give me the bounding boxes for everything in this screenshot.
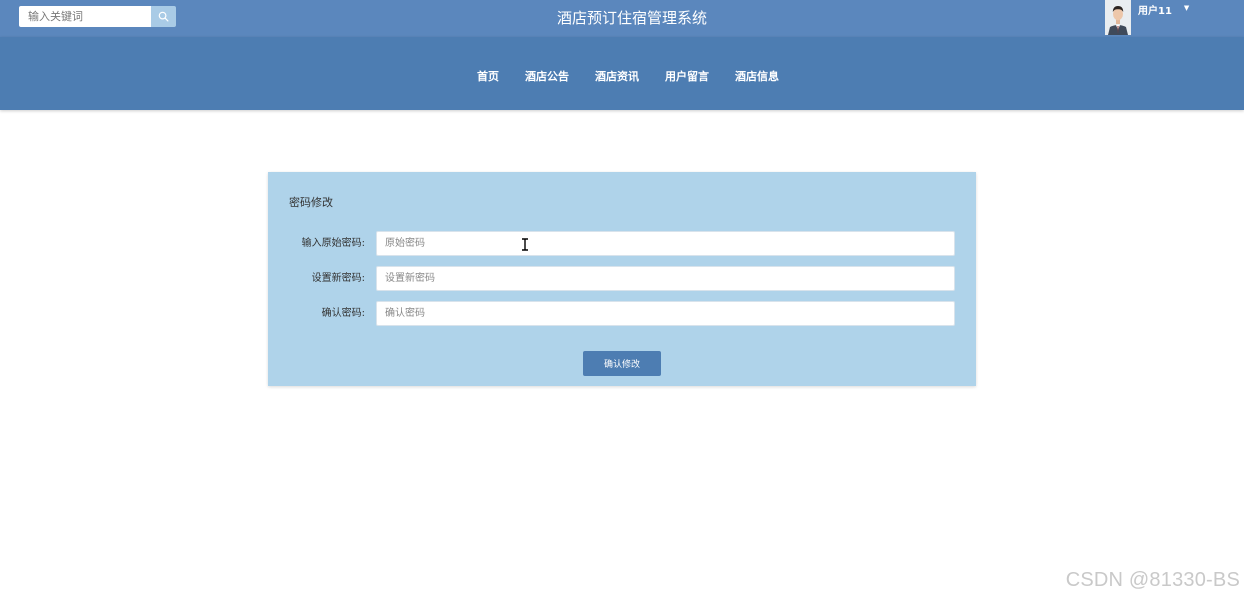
confirm-password-label: 确认密码: [321,308,365,319]
nav-item-hotel-info[interactable]: 酒店信息 [735,68,779,84]
site-title: 酒店预订住宿管理系统 [556,9,707,27]
panel-title: 密码修改 [289,196,333,209]
old-password-input[interactable] [376,231,955,256]
nav-item-announcements[interactable]: 酒店公告 [525,68,569,84]
top-bar: 酒店预订住宿管理系统 用户11 ▼ [0,0,1244,37]
confirm-change-button[interactable]: 确认修改 [583,351,661,376]
watermark: CSDN @81330-BS [1065,569,1240,591]
password-change-panel: 密码修改 输入原始密码: 设置新密码: 确认密码: 确认修改 [268,172,976,386]
form-row-new-password: 设置新密码: [268,266,976,291]
user-name[interactable]: 用户11 [1138,2,1172,17]
nav-list: 首页 酒店公告 酒店资讯 用户留言 酒店信息 [0,68,1244,84]
nav-item-messages[interactable]: 用户留言 [665,68,709,84]
form-row-old-password: 输入原始密码: [268,231,976,256]
nav-item-home[interactable]: 首页 [477,68,499,84]
main-nav: 首页 酒店公告 酒店资讯 用户留言 酒店信息 [0,37,1244,110]
user-menu[interactable]: 用户11 ▼ [1105,0,1189,36]
old-password-label: 输入原始密码: [301,238,365,249]
caret-down-icon[interactable]: ▼ [1184,4,1189,12]
new-password-label: 设置新密码: [311,273,365,284]
confirm-password-input[interactable] [376,301,955,326]
form-row-confirm-password: 确认密码: [268,301,976,326]
nav-item-news[interactable]: 酒店资讯 [595,68,639,84]
text-cursor-icon [522,238,528,251]
avatar[interactable] [1105,0,1131,35]
new-password-input[interactable] [376,266,955,291]
